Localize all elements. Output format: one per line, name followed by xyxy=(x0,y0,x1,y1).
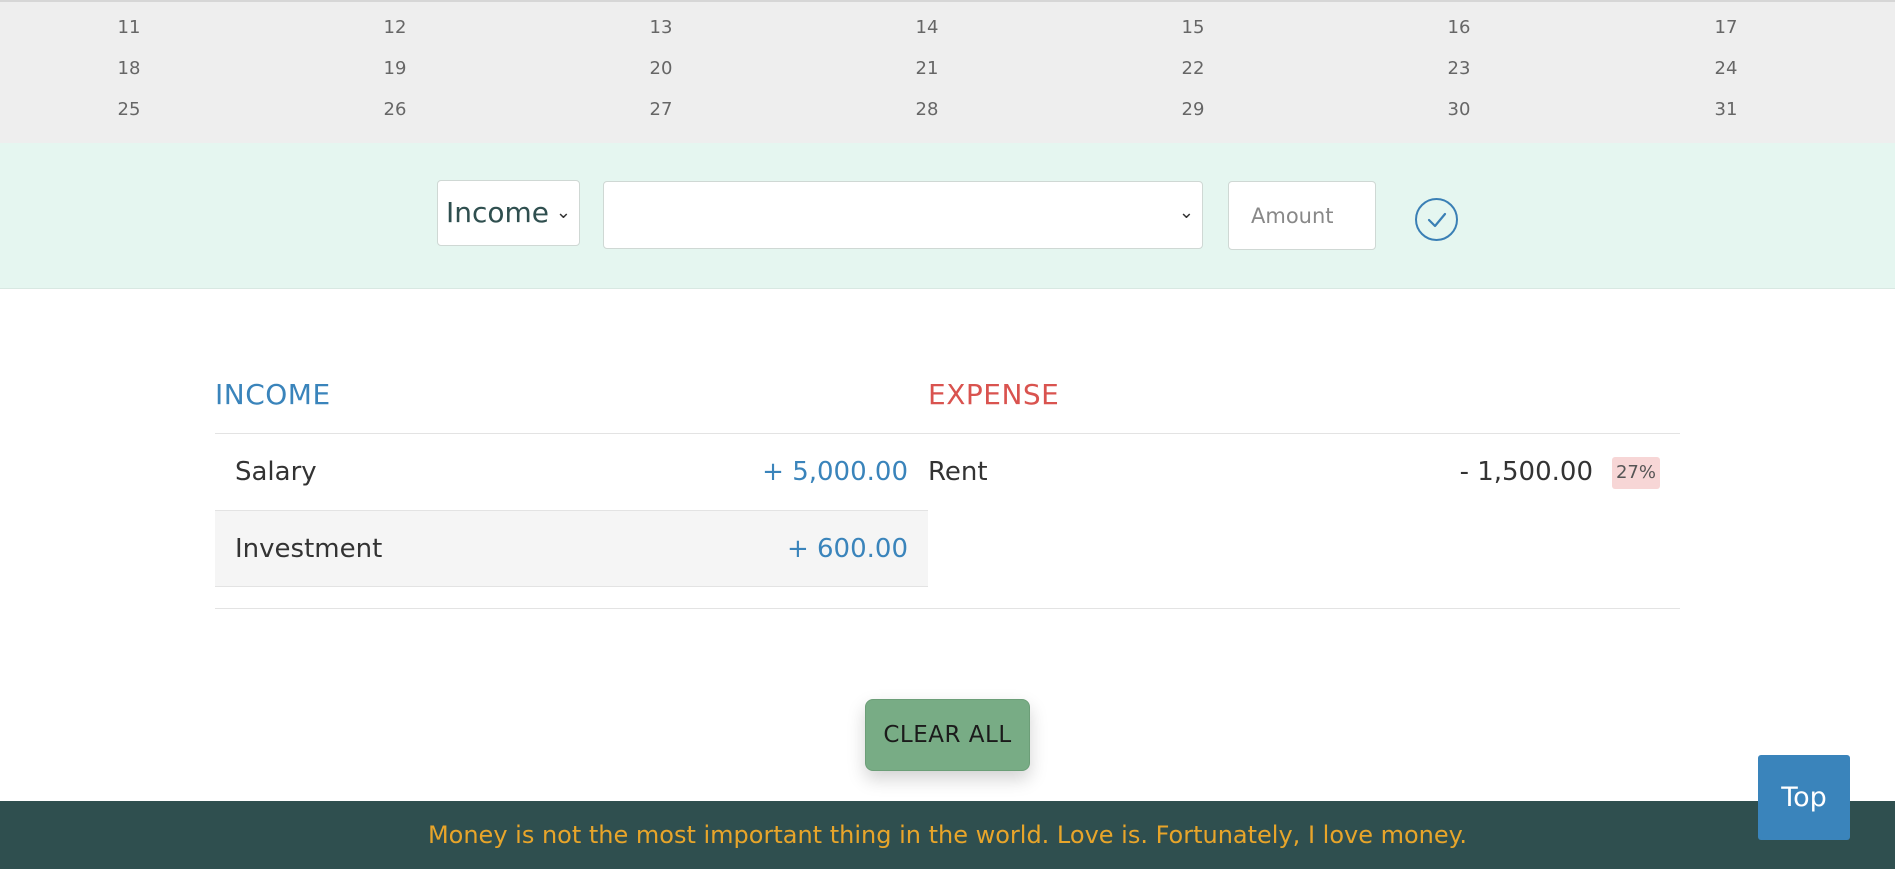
calendar-day[interactable]: 15 xyxy=(1163,13,1223,43)
entry-form: Income ⌄ ⌄ xyxy=(0,143,1895,289)
calendar-day[interactable]: 19 xyxy=(365,54,425,84)
check-circle-icon xyxy=(1427,212,1447,228)
divider xyxy=(215,608,1680,609)
calendar-day[interactable]: 28 xyxy=(897,95,957,125)
income-item-label: Investment xyxy=(235,534,383,564)
calendar-day[interactable]: 14 xyxy=(897,13,957,43)
calendar-day[interactable]: 11 xyxy=(99,13,159,43)
calendar-week: 25 26 27 28 29 30 31 xyxy=(0,95,1895,125)
calendar-week: 18 19 20 21 22 23 24 xyxy=(0,54,1895,84)
expense-title: EXPENSE xyxy=(928,378,1060,411)
chevron-down-icon: ⌄ xyxy=(555,202,571,223)
chevron-down-icon: ⌄ xyxy=(1178,202,1194,223)
income-item-label: Salary xyxy=(235,457,317,487)
income-item[interactable]: Investment + 600.00 xyxy=(215,510,928,587)
calendar-day[interactable]: 17 xyxy=(1696,13,1756,43)
type-select-value: Income xyxy=(446,196,550,229)
calendar-day[interactable]: 26 xyxy=(365,95,425,125)
calendar-day[interactable]: 27 xyxy=(631,95,691,125)
expense-item-label: Rent xyxy=(928,457,988,487)
income-title: INCOME xyxy=(215,378,331,411)
calendar-day[interactable]: 24 xyxy=(1696,54,1756,84)
type-select[interactable]: Income ⌄ xyxy=(437,180,580,246)
calendar-day[interactable]: 20 xyxy=(631,54,691,84)
calendar-week: 11 12 13 14 15 16 17 xyxy=(0,13,1895,43)
calendar-day[interactable]: 25 xyxy=(99,95,159,125)
calendar-day[interactable]: 29 xyxy=(1163,95,1223,125)
expense-item[interactable]: Rent - 1,500.00 27% xyxy=(928,434,1680,511)
income-item-value: + 5,000.00 xyxy=(762,457,908,487)
calendar-day[interactable]: 18 xyxy=(99,54,159,84)
calendar-day[interactable]: 13 xyxy=(631,13,691,43)
calendar-day[interactable]: 30 xyxy=(1429,95,1489,125)
calendar-day[interactable]: 16 xyxy=(1429,13,1489,43)
calendar-day[interactable]: 21 xyxy=(897,54,957,84)
amount-input[interactable] xyxy=(1228,181,1376,250)
expense-item-value: - 1,500.00 xyxy=(1459,457,1593,487)
calendar-day[interactable]: 12 xyxy=(365,13,425,43)
category-select[interactable]: ⌄ xyxy=(603,181,1203,249)
income-item-value: + 600.00 xyxy=(786,534,908,564)
footer: Money is not the most important thing in… xyxy=(0,801,1895,869)
percentage-badge: 27% xyxy=(1612,457,1660,489)
calendar-day[interactable]: 31 xyxy=(1696,95,1756,125)
footer-quote: Money is not the most important thing in… xyxy=(427,821,1468,849)
income-item[interactable]: Salary + 5,000.00 xyxy=(215,434,928,511)
calendar-day[interactable]: 22 xyxy=(1163,54,1223,84)
calendar-grid: 11 12 13 14 15 16 17 18 19 20 21 22 23 2… xyxy=(0,0,1895,143)
calendar-day[interactable]: 23 xyxy=(1429,54,1489,84)
confirm-button[interactable] xyxy=(1415,198,1458,241)
clear-all-button[interactable]: CLEAR ALL xyxy=(865,699,1030,771)
back-to-top-button[interactable]: Top xyxy=(1758,755,1850,840)
